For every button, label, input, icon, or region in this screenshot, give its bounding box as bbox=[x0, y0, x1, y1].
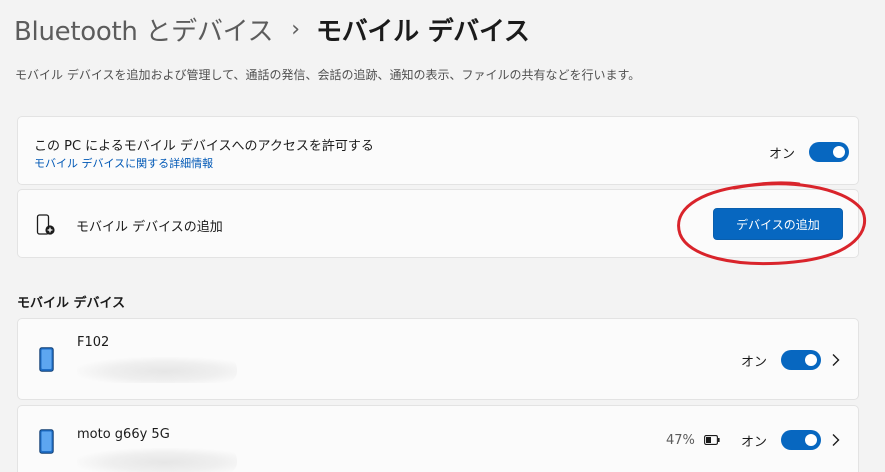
add-device-button[interactable]: デバイスの追加 bbox=[713, 208, 843, 240]
access-toggle-label: オン bbox=[769, 146, 796, 162]
chevron-right-icon[interactable] bbox=[831, 433, 841, 447]
learn-more-link[interactable]: モバイル デバイスに関する詳細情報 bbox=[34, 155, 213, 171]
mobile-devices-section-title: モバイル デバイス bbox=[17, 296, 126, 311]
device-detail-redacted bbox=[77, 448, 237, 472]
battery-percentage: 47% bbox=[666, 433, 695, 448]
access-toggle-switch[interactable] bbox=[809, 142, 850, 162]
breadcrumb-separator-icon: › bbox=[291, 17, 301, 42]
add-device-card: モバイル デバイスの追加 デバイスの追加 bbox=[17, 189, 859, 258]
device-name: F102 bbox=[77, 335, 110, 350]
phone-add-icon bbox=[36, 214, 55, 235]
device-card[interactable]: F102 オン bbox=[17, 318, 859, 400]
access-setting-card: この PC によるモバイル デバイスへのアクセスを許可する モバイル デバイスに… bbox=[17, 116, 859, 185]
device-toggle-label: オン bbox=[741, 434, 768, 450]
access-setting-title: この PC によるモバイル デバイスへのアクセスを許可する bbox=[34, 139, 374, 154]
device-toggle-label: オン bbox=[741, 354, 768, 370]
page-description: モバイル デバイスを追加および管理して、通話の発信、会話の追跡、通知の表示、ファ… bbox=[15, 68, 641, 82]
chevron-right-icon[interactable] bbox=[831, 353, 841, 367]
battery-icon bbox=[704, 435, 720, 445]
breadcrumb-parent-link[interactable]: Bluetooth とデバイス bbox=[14, 11, 274, 48]
device-toggle-switch[interactable] bbox=[781, 350, 822, 370]
device-toggle-group: オン bbox=[741, 350, 822, 370]
breadcrumb: Bluetooth とデバイス › モバイル デバイス bbox=[14, 11, 530, 48]
device-card[interactable]: moto g66y 5G 47% オン bbox=[17, 405, 859, 472]
device-detail-redacted bbox=[77, 357, 237, 383]
device-toggle-switch[interactable] bbox=[781, 430, 822, 450]
phone-icon bbox=[39, 429, 54, 454]
device-toggle-group: オン bbox=[741, 430, 822, 450]
device-name: moto g66y 5G bbox=[77, 427, 170, 442]
add-device-label: モバイル デバイスの追加 bbox=[76, 220, 223, 235]
phone-icon bbox=[39, 347, 54, 372]
access-toggle-group: オン bbox=[769, 142, 850, 162]
settings-page: Bluetooth とデバイス › モバイル デバイス モバイル デバイスを追加… bbox=[0, 0, 885, 472]
page-title: モバイル デバイス bbox=[316, 17, 530, 47]
